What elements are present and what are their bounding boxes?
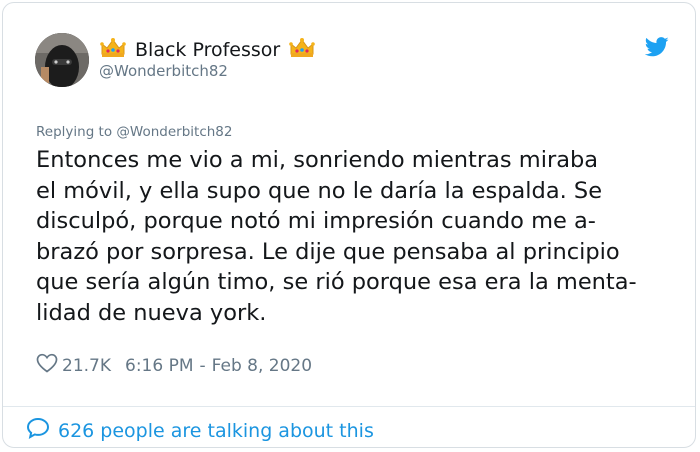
crown-icon <box>288 37 316 63</box>
twitter-bird-icon[interactable] <box>644 37 669 57</box>
replying-to: Replying to @Wonderbitch82 <box>36 124 232 140</box>
crown-icon <box>99 37 127 63</box>
tweet-time[interactable]: 6:16 PM <box>125 356 194 376</box>
talking-text[interactable]: 626 people are talking about this <box>58 420 374 442</box>
like-count[interactable]: 21.7K <box>62 356 111 376</box>
heart-icon[interactable] <box>36 353 58 378</box>
comment-bubble-icon <box>26 417 50 444</box>
author-handle[interactable]: @Wonderbitch82 <box>99 62 228 80</box>
author-name-row[interactable]: Black Professor <box>99 37 316 63</box>
conversation-link[interactable]: 626 people are talking about this <box>26 417 374 444</box>
display-name[interactable]: Black Professor <box>135 39 280 61</box>
divider <box>3 406 695 407</box>
tweet-card: Black Professor @Wonderbitch82 Replying … <box>2 2 696 448</box>
replying-prefix: Replying to <box>36 124 113 140</box>
avatar[interactable] <box>35 33 89 87</box>
replying-handle[interactable]: @Wonderbitch82 <box>116 124 232 140</box>
meta-separator: - <box>199 355 206 376</box>
tweet-date[interactable]: Feb 8, 2020 <box>212 356 312 376</box>
tweet-text: Entonces me vio a mi, sonriendo mientras… <box>36 147 637 326</box>
tweet-meta: 21.7K 6:16 PM - Feb 8, 2020 <box>36 353 312 378</box>
